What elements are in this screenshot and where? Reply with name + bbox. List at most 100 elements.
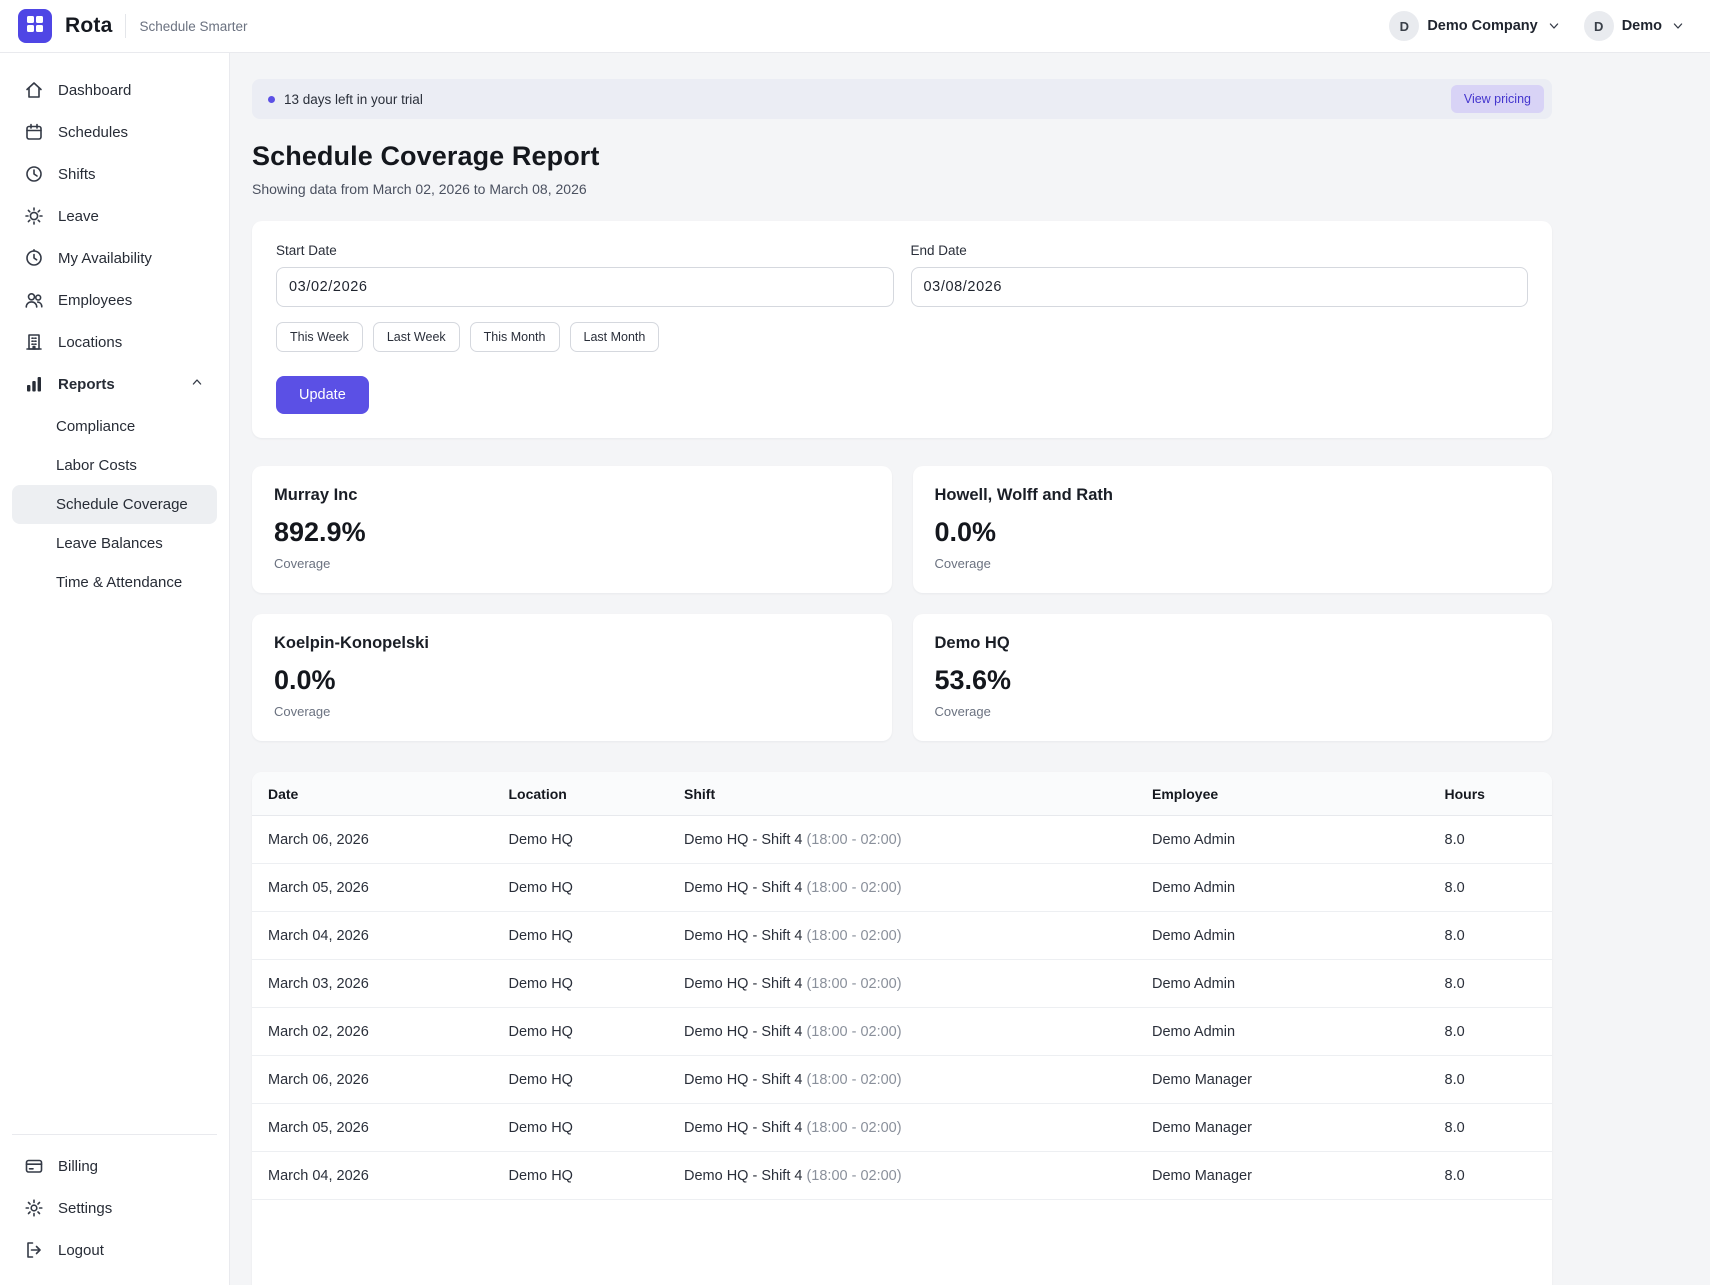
grid-logo-icon [26,15,44,38]
end-date-field: End Date [911,243,1529,307]
coverage-percentage: 892.9% [274,517,870,548]
sidebar-subitem-schedule-coverage[interactable]: Schedule Coverage [12,485,217,524]
sidebar-item-reports[interactable]: Reports [12,363,217,405]
start-date-field: Start Date [276,243,894,307]
brand-name: Rota [65,14,112,38]
shift-time: (18:00 - 02:00) [806,880,901,896]
page-subtitle: Showing data from March 02, 2026 to Marc… [252,181,1552,197]
cell-employee: Demo Admin [1136,864,1429,912]
sidebar-item-label: Reports [58,376,115,393]
sidebar-subitem-time-attendance[interactable]: Time & Attendance [12,563,217,602]
quick-range-button[interactable]: Last Week [373,322,460,352]
sidebar-item-label: Billing [58,1158,98,1175]
sidebar-item-locations[interactable]: Locations [12,321,217,363]
table-row: March 04, 2026 Demo HQ Demo HQ - Shift 4… [252,1152,1552,1200]
company-avatar: D [1389,11,1419,41]
table-header-row: Date Location Shift Employee Hours [252,772,1552,816]
clock-icon [24,164,44,184]
sidebar-item-my-availability[interactable]: My Availability [12,237,217,279]
start-date-input[interactable] [276,267,894,307]
shift-name: Demo HQ - Shift 4 [684,976,802,992]
coverage-label: Coverage [274,704,870,719]
sidebar-bottom: Billing Settings Logout [12,1134,217,1271]
coverage-label: Coverage [935,704,1531,719]
cell-employee: Demo Admin [1136,912,1429,960]
calendar-icon [24,122,44,142]
cell-date: March 03, 2026 [252,960,493,1008]
sidebar-subitem-compliance[interactable]: Compliance [12,407,217,446]
sidebar-item-schedules[interactable]: Schedules [12,111,217,153]
coverage-percentage: 0.0% [274,665,870,696]
cell-hours: 8.0 [1429,960,1553,1008]
shift-name: Demo HQ - Shift 4 [684,1120,802,1136]
coverage-table: Date Location Shift Employee Hours [252,772,1552,1200]
sidebar-item-logout[interactable]: Logout [12,1229,217,1271]
cell-location: Demo HQ [493,816,669,864]
quick-range-buttons: This Week Last Week This Month Last Mont… [276,322,1528,352]
app-logo[interactable] [18,9,52,43]
cell-shift: Demo HQ - Shift 4(18:00 - 02:00) [668,912,1136,960]
sidebar-item-employees[interactable]: Employees [12,279,217,321]
cell-employee: Demo Admin [1136,816,1429,864]
brand-group: Rota Schedule Smarter [18,9,248,43]
quick-range-button[interactable]: This Month [470,322,560,352]
sidebar-item-leave[interactable]: Leave [12,195,217,237]
reports-submenu: Compliance Labor Costs Schedule Coverage… [12,407,217,602]
cell-date: March 05, 2026 [252,1104,493,1152]
table-row: March 04, 2026 Demo HQ Demo HQ - Shift 4… [252,912,1552,960]
sidebar-item-label: My Availability [58,250,152,267]
cell-location: Demo HQ [493,912,669,960]
coverage-location-name: Koelpin-Konopelski [274,634,870,653]
sidebar-item-settings[interactable]: Settings [12,1187,217,1229]
shift-time: (18:00 - 02:00) [806,1024,901,1040]
cell-date: March 05, 2026 [252,864,493,912]
column-header-shift: Shift [668,772,1136,816]
cell-employee: Demo Manager [1136,1056,1429,1104]
company-menu[interactable]: D Demo Company [1383,7,1567,45]
sidebar-item-label: Employees [58,292,132,309]
shift-name: Demo HQ - Shift 4 [684,832,802,848]
shift-time: (18:00 - 02:00) [806,976,901,992]
coverage-location-name: Howell, Wolff and Rath [935,486,1531,505]
trial-banner: 13 days left in your trial View pricing [252,79,1552,119]
shift-name: Demo HQ - Shift 4 [684,1072,802,1088]
top-bar: Rota Schedule Smarter D Demo Company D D… [0,0,1710,53]
cell-shift: Demo HQ - Shift 4(18:00 - 02:00) [668,960,1136,1008]
shift-time: (18:00 - 02:00) [806,832,901,848]
quick-range-button[interactable]: This Week [276,322,363,352]
cell-location: Demo HQ [493,864,669,912]
page-title: Schedule Coverage Report [252,141,1552,172]
cell-employee: Demo Admin [1136,1008,1429,1056]
coverage-location-name: Demo HQ [935,634,1531,653]
end-date-input[interactable] [911,267,1529,307]
cell-location: Demo HQ [493,1056,669,1104]
cell-hours: 8.0 [1429,912,1553,960]
view-pricing-button[interactable]: View pricing [1451,85,1544,113]
sidebar-item-label: Dashboard [58,82,131,99]
table-row: March 05, 2026 Demo HQ Demo HQ - Shift 4… [252,864,1552,912]
shift-name: Demo HQ - Shift 4 [684,880,802,896]
cell-employee: Demo Manager [1136,1104,1429,1152]
table-row: March 03, 2026 Demo HQ Demo HQ - Shift 4… [252,960,1552,1008]
update-button[interactable]: Update [276,376,369,414]
sidebar-subitem-labor-costs[interactable]: Labor Costs [12,446,217,485]
sidebar-item-label: Schedules [58,124,128,141]
cell-location: Demo HQ [493,1152,669,1200]
coverage-card: Murray Inc 892.9% Coverage [252,466,892,593]
home-icon [24,80,44,100]
sidebar-item-label: Shifts [58,166,96,183]
sidebar-item-shifts[interactable]: Shifts [12,153,217,195]
bar-chart-icon [24,374,44,394]
sidebar-item-label: Locations [58,334,122,351]
user-menu[interactable]: D Demo [1578,7,1692,45]
sidebar-item-dashboard[interactable]: Dashboard [12,69,217,111]
app-root: Rota Schedule Smarter D Demo Company D D… [0,0,1710,1285]
cell-date: March 06, 2026 [252,816,493,864]
sidebar-item-label: Logout [58,1242,104,1259]
cell-hours: 8.0 [1429,1056,1553,1104]
column-header-date: Date [252,772,493,816]
sidebar-subitem-leave-balances[interactable]: Leave Balances [12,524,217,563]
sidebar-item-billing[interactable]: Billing [12,1145,217,1187]
quick-range-button[interactable]: Last Month [570,322,660,352]
cell-hours: 8.0 [1429,1152,1553,1200]
